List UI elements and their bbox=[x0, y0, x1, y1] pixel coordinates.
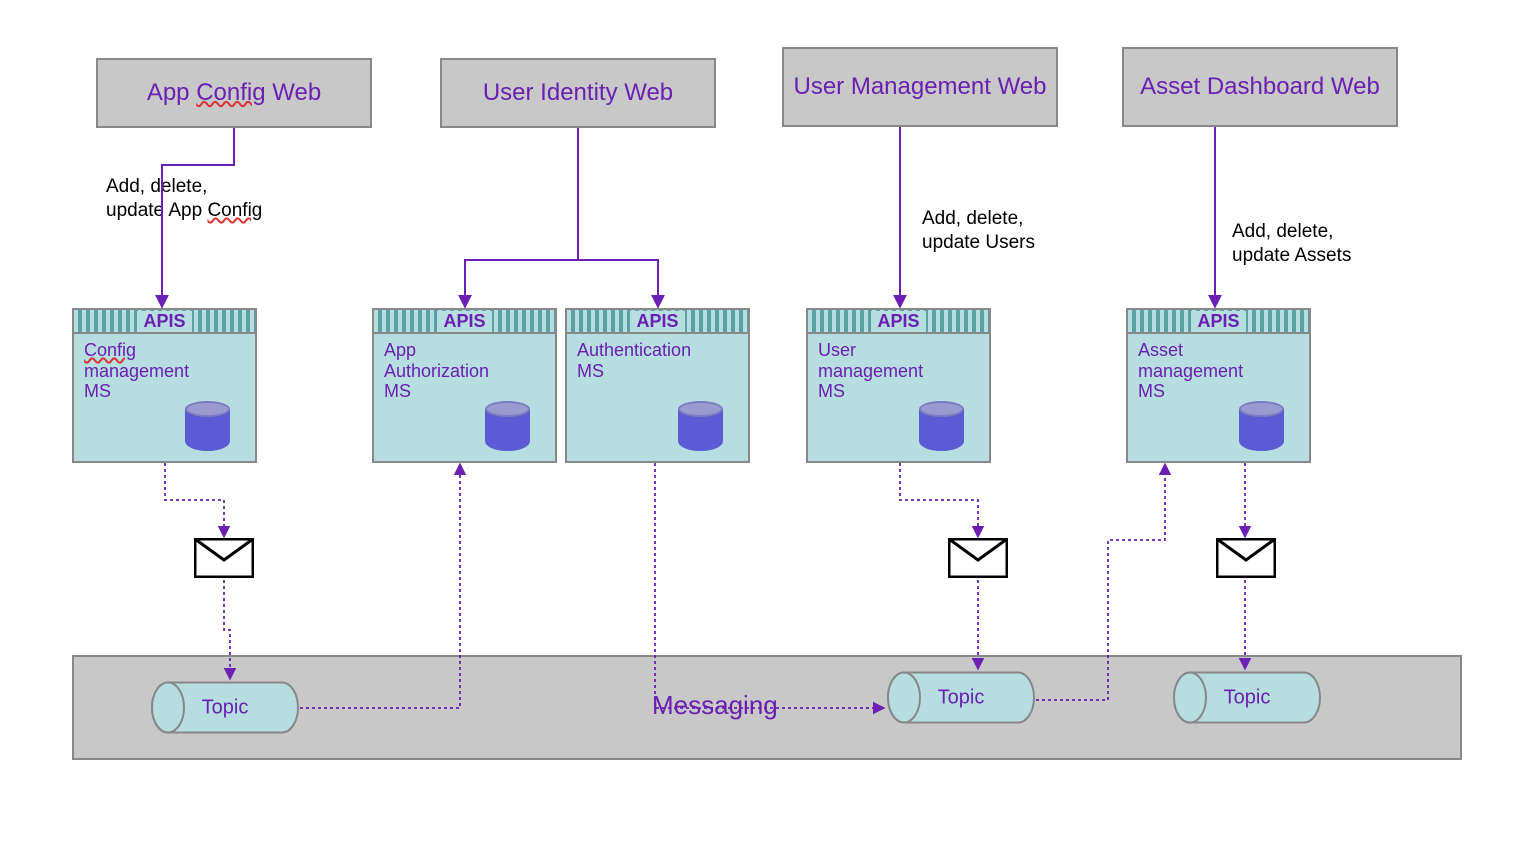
ms-box-authentication: APIS Authentication MS bbox=[565, 308, 750, 463]
topic-cylinder: Topic bbox=[886, 670, 1036, 725]
ms-box-asset-management: APIS Asset management MS bbox=[1126, 308, 1311, 463]
topic-label: Topic bbox=[202, 696, 249, 719]
web-box-user-identity: User Identity Web bbox=[440, 58, 716, 128]
apis-header: APIS bbox=[567, 310, 748, 334]
ms-box-config: APIS Config management MS bbox=[72, 308, 257, 463]
ms-box-app-authorization: APIS App Authorization MS bbox=[372, 308, 557, 463]
web-box-asset-dashboard: Asset Dashboard Web bbox=[1122, 47, 1398, 127]
ms-body: Asset management MS bbox=[1128, 334, 1309, 461]
topic-cylinder: Topic bbox=[150, 680, 300, 735]
label-assets: Add, delete,update Assets bbox=[1232, 220, 1351, 268]
apis-header: APIS bbox=[374, 310, 555, 334]
envelope-icon bbox=[1216, 538, 1276, 578]
ms-body: User management MS bbox=[808, 334, 989, 461]
apis-header: APIS bbox=[1128, 310, 1309, 334]
apis-header: APIS bbox=[74, 310, 255, 334]
label-users: Add, delete,update Users bbox=[922, 207, 1035, 255]
topic-label: Topic bbox=[1224, 686, 1271, 709]
apis-header: APIS bbox=[808, 310, 989, 334]
database-icon bbox=[678, 401, 723, 451]
envelope-icon bbox=[948, 538, 1008, 578]
text: App Config Web bbox=[147, 79, 321, 108]
topic-cylinder: Topic bbox=[1172, 670, 1322, 725]
database-icon bbox=[185, 401, 230, 451]
ms-box-user-management: APIS User management MS bbox=[806, 308, 991, 463]
web-box-app-config: App Config Web bbox=[96, 58, 372, 128]
ms-body: Config management MS bbox=[74, 334, 255, 461]
ms-body: Authentication MS bbox=[567, 334, 748, 461]
database-icon bbox=[1239, 401, 1284, 451]
ms-body: App Authorization MS bbox=[374, 334, 555, 461]
database-icon bbox=[919, 401, 964, 451]
database-icon bbox=[485, 401, 530, 451]
topic-label: Topic bbox=[938, 686, 985, 709]
messaging-label: Messaging bbox=[652, 690, 778, 721]
label-config: Add, delete, update App Config bbox=[106, 175, 262, 223]
web-box-user-management: User Management Web bbox=[782, 47, 1058, 127]
envelope-icon bbox=[194, 538, 254, 578]
